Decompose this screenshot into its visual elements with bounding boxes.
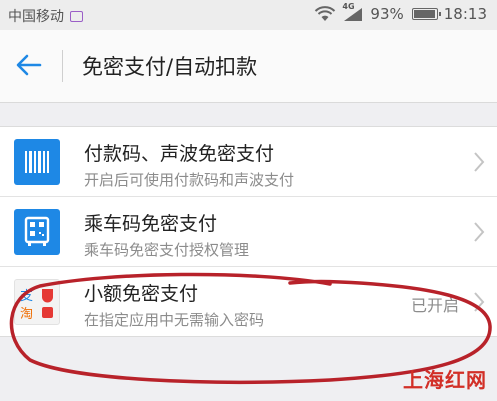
barcode-icon: [14, 139, 60, 185]
status-label: 已开启: [410, 296, 459, 315]
item-subtitle: 乘车码免密支付授权管理: [84, 241, 250, 259]
carrier-label: 中国移动: [8, 9, 64, 25]
item-subtitle: 开启后可使用付款码和声波支付: [84, 171, 295, 189]
item-subtitle: 在指定应用中无需输入密码: [84, 311, 265, 329]
network-type-label: 4G: [342, 2, 355, 11]
battery-percent: 93%: [370, 5, 404, 23]
alipay-glyph: 支: [20, 289, 33, 304]
taobao-glyph: 淘: [20, 307, 33, 322]
battery-icon: [411, 8, 441, 20]
clock: 18:13: [443, 5, 487, 23]
signal-icon: 4G: [342, 2, 364, 22]
header-divider: [62, 50, 63, 82]
app-header: 免密支付/自动扣款: [0, 30, 497, 103]
item-title: 小额免密支付: [84, 283, 199, 305]
item-title: 乘车码免密支付: [84, 213, 218, 235]
chevron-right-icon: [474, 222, 485, 242]
list-item-barcode-payment[interactable]: 付款码、声波免密支付 开启后可使用付款码和声波支付: [0, 127, 497, 197]
back-arrow-icon[interactable]: [14, 52, 44, 78]
list-item-small-amount-payment[interactable]: 支 淘 小额免密支付 在指定应用中无需输入密码 已开启: [0, 267, 497, 336]
wifi-icon: [315, 6, 336, 21]
bus-qr-icon: [14, 209, 60, 255]
notification-icon: [70, 10, 83, 22]
alipay-taobao-icon: 支 淘: [14, 279, 60, 325]
page-title: 免密支付/自动扣款: [82, 55, 258, 79]
watermark: 上海红网: [403, 368, 487, 392]
chevron-right-icon: [474, 292, 485, 312]
status-bar: 中国移动 4G 93% 18:13: [0, 0, 497, 30]
chevron-right-icon: [474, 152, 485, 172]
item-title: 付款码、声波免密支付: [84, 143, 275, 165]
settings-list: 付款码、声波免密支付 开启后可使用付款码和声波支付 乘车码免密支付 乘车码免密支…: [0, 126, 497, 337]
list-item-bus-code-payment[interactable]: 乘车码免密支付 乘车码免密支付授权管理: [0, 197, 497, 267]
